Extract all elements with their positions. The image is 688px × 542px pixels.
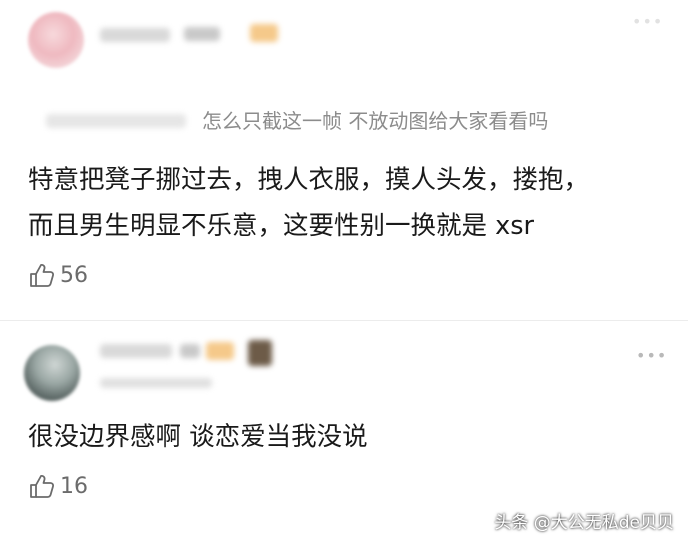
thumbs-up-icon: [30, 264, 55, 287]
like-count: 16: [60, 474, 88, 499]
badge-blurred: [180, 344, 200, 358]
like-count: 56: [60, 263, 88, 288]
avatar[interactable]: [28, 12, 84, 68]
more-dots-icon[interactable]: •••: [632, 14, 663, 30]
avatar[interactable]: [24, 345, 80, 401]
reply-to-user-blurred[interactable]: [46, 114, 186, 128]
username-blurred[interactable]: [100, 344, 172, 358]
badge-blurred: [206, 342, 234, 360]
comment-text-line: 很没边界感啊 谈恋爱当我没说: [28, 422, 368, 452]
more-dots-icon[interactable]: •••: [636, 348, 667, 364]
badge-blurred: [184, 27, 220, 41]
badge-blurred: [250, 24, 278, 42]
watermark: 头条 @大公无私de贝贝: [494, 513, 674, 533]
thumbs-up-icon: [30, 475, 55, 498]
username-blurred[interactable]: [100, 28, 170, 42]
comment-text-line: 而且男生明显不乐意，这要性别一换就是 xsr: [28, 211, 534, 241]
comment-text-line: 特意把凳子挪过去，拽人衣服，摸人头发，搂抱，: [28, 165, 590, 195]
comment-item: ••• 很没边界感啊 谈恋爱当我没说 16: [0, 320, 688, 542]
badge-blurred: [248, 340, 272, 366]
reply-text: 怎么只截这一帧 不放动图给大家看看吗: [202, 109, 549, 133]
timestamp-blurred: [100, 378, 212, 388]
comment-item: ••• 怎么只截这一帧 不放动图给大家看看吗 特意把凳子挪过去，拽人衣服，摸人头…: [0, 0, 688, 320]
